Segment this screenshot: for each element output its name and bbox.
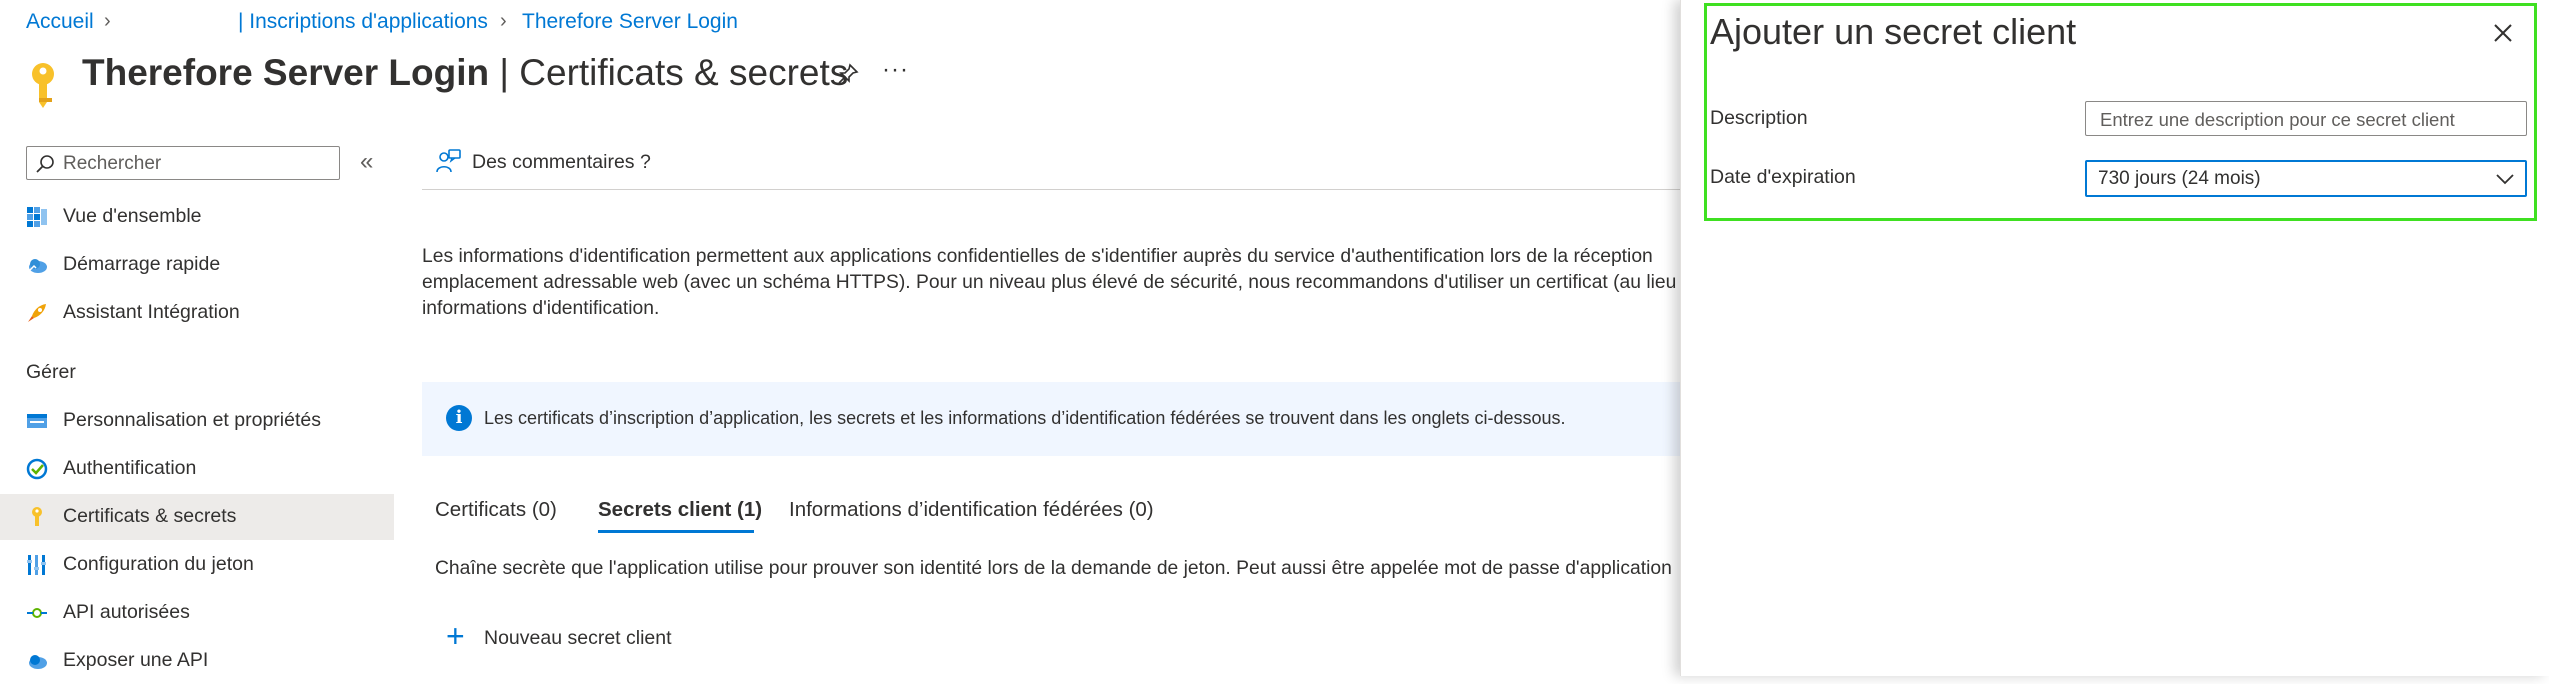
sidebar-item-label: Assistant Intégration xyxy=(63,301,240,323)
description-line: informations d'identification. xyxy=(422,298,660,319)
active-tab-indicator xyxy=(598,530,754,533)
expiration-field-label: Date d'expiration xyxy=(1710,166,1856,188)
branding-icon xyxy=(26,410,48,432)
description-input[interactable] xyxy=(2098,107,2522,133)
plus-icon: + xyxy=(446,618,465,654)
page-title-section: | Certificats & secrets xyxy=(489,52,849,93)
close-icon[interactable] xyxy=(2488,18,2518,48)
expiration-select[interactable]: 730 jours (24 mois) xyxy=(2085,160,2527,197)
sidebar-item-quickstart[interactable]: Démarrage rapide xyxy=(0,242,394,288)
description-line: emplacement adressable web (avec un sché… xyxy=(422,272,1693,293)
panel-title: Ajouter un secret client xyxy=(1710,11,2077,52)
sidebar-search-input[interactable] xyxy=(61,151,325,177)
collapse-sidebar-icon[interactable]: « xyxy=(360,148,373,176)
sidebar-item-api-permissions[interactable]: API autorisées xyxy=(0,590,394,636)
info-icon: i xyxy=(446,405,472,431)
sidebar-item-overview[interactable]: Vue d'ensemble xyxy=(0,194,394,240)
breadcrumb-separator-icon: › xyxy=(104,10,111,32)
description-line: Les informations d'identification permet… xyxy=(422,246,1653,267)
breadcrumb-app[interactable]: Therefore Server Login xyxy=(522,10,738,34)
sidebar-item-label: Certificats & secrets xyxy=(63,505,237,527)
expiration-selected-value: 730 jours (24 mois) xyxy=(2098,168,2261,189)
chevron-down-icon xyxy=(2496,174,2514,185)
sidebar-item-label: Exposer une API xyxy=(63,649,209,671)
tab-federated-credentials[interactable]: Informations d’identification fédérées (… xyxy=(789,498,1154,534)
api-permissions-icon xyxy=(26,602,48,624)
sidebar-item-integration-assistant[interactable]: Assistant Intégration xyxy=(0,290,394,336)
key-icon xyxy=(26,506,48,528)
sidebar-search[interactable] xyxy=(26,146,340,180)
client-secrets-caption: Chaîne secrète que l'application utilise… xyxy=(435,558,1672,579)
info-banner-text: Les certificats d’inscription d’applicat… xyxy=(484,408,1566,428)
token-bars-icon xyxy=(26,554,48,576)
cloud-quickstart-icon xyxy=(26,254,48,276)
feedback-person-icon xyxy=(436,149,461,173)
info-banner: i Les certificats d’inscription d’applic… xyxy=(422,382,1682,456)
rocket-icon xyxy=(26,302,48,324)
sidebar-item-token-configuration[interactable]: Configuration du jeton xyxy=(0,542,394,588)
overview-grid-icon xyxy=(26,206,48,228)
breadcrumb-separator-icon: › xyxy=(500,10,507,32)
new-client-secret-label: Nouveau secret client xyxy=(484,627,672,649)
sidebar-item-label: Démarrage rapide xyxy=(63,253,221,275)
description-field-label: Description xyxy=(1710,107,1808,129)
cloud-api-icon xyxy=(26,650,48,672)
tab-client-secrets[interactable]: Secrets client (1) xyxy=(598,498,762,534)
page-title: Therefore Server Login | Certificats & s… xyxy=(82,52,848,94)
manage-section-label: Gérer xyxy=(26,361,76,383)
divider xyxy=(422,189,1682,190)
sidebar-item-label: Authentification xyxy=(63,457,197,479)
sidebar-item-label: Vue d'ensemble xyxy=(63,205,202,227)
search-icon xyxy=(36,155,54,173)
tab-certificates[interactable]: Certificats (0) xyxy=(435,498,557,534)
more-options-icon[interactable]: ··· xyxy=(882,56,909,84)
breadcrumb-app-registrations[interactable]: | Inscriptions d'applications xyxy=(238,10,488,34)
page-title-app-name: Therefore Server Login xyxy=(82,52,490,93)
sidebar-item-branding[interactable]: Personnalisation et propriétés xyxy=(0,398,394,444)
feedback-label: Des commentaires ? xyxy=(472,151,651,173)
sidebar-item-authentication[interactable]: Authentification xyxy=(0,446,394,492)
sidebar-item-label: Personnalisation et propriétés xyxy=(63,409,321,431)
sidebar-item-expose-api[interactable]: Exposer une API xyxy=(0,638,394,684)
credentials-description: Les informations d'identification permet… xyxy=(422,244,1693,322)
sidebar-item-label: API autorisées xyxy=(63,601,190,623)
sidebar-item-label: Configuration du jeton xyxy=(63,553,254,575)
pin-icon[interactable] xyxy=(836,62,860,86)
sidebar-item-certificates-secrets[interactable]: Certificats & secrets xyxy=(0,494,394,540)
breadcrumb-home[interactable]: Accueil xyxy=(26,10,94,34)
description-field[interactable] xyxy=(2085,101,2527,136)
authentication-icon xyxy=(26,458,48,480)
key-icon xyxy=(28,62,58,108)
